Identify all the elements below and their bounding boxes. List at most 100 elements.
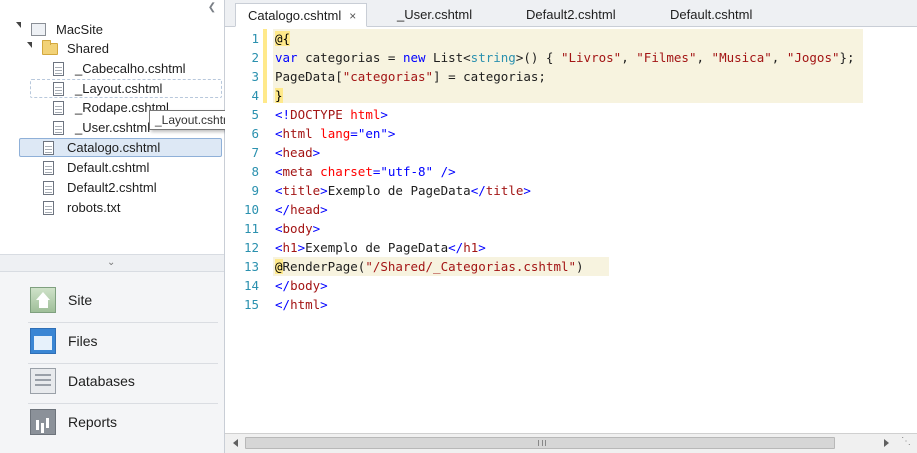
- code-token: h1: [282, 240, 298, 255]
- line-number-gutter: 1 2 3 4 5 6 7 8 9 10 11 12 13 14 15: [225, 27, 261, 433]
- file-icon: [43, 161, 54, 175]
- code-token: Exemplo de PageData: [305, 240, 449, 255]
- tab-catalogo[interactable]: Catalogo.cshtml ×: [235, 3, 368, 27]
- code-token: >: [312, 221, 321, 236]
- line-number: 9: [251, 183, 259, 198]
- code-editor: Catalogo.cshtml × _User.cshtml Default2.c…: [225, 0, 917, 453]
- tree-item-default[interactable]: Default.cshtml: [67, 158, 149, 177]
- scrollbar-thumb[interactable]: [245, 437, 835, 449]
- code-token: "/Shared/_Categorias.cshtml": [365, 259, 577, 274]
- expand-arrow-icon[interactable]: [16, 22, 21, 28]
- tree-item-shared[interactable]: Shared: [67, 39, 109, 58]
- code-token: h1: [463, 240, 479, 255]
- code-token: >: [478, 240, 486, 255]
- tree-item-catalogo[interactable]: Catalogo.cshtml: [67, 138, 160, 157]
- line-number: 1: [251, 31, 259, 46]
- database-icon: [30, 368, 56, 394]
- line-number: 12: [243, 240, 259, 255]
- code-token: head: [290, 202, 321, 217]
- code-token: <!: [275, 107, 291, 122]
- code-line-14: </body>: [275, 276, 328, 295]
- tab-default[interactable]: Default.cshtml: [670, 3, 752, 27]
- file-icon: [43, 201, 54, 215]
- tab-label: Catalogo.cshtml: [248, 8, 342, 23]
- panel-splitter[interactable]: ⌄: [0, 254, 224, 272]
- close-icon[interactable]: ×: [349, 9, 356, 23]
- tree-item-label: Default2.cshtml: [67, 180, 157, 195]
- code-token: "Jogos": [786, 50, 840, 65]
- expand-arrow-icon[interactable]: [27, 42, 32, 48]
- code-line-10: </head>: [275, 200, 328, 219]
- tab-bar: Catalogo.cshtml × _User.cshtml Default2.c…: [225, 0, 917, 27]
- code-token: ,: [696, 50, 712, 65]
- line-number: 14: [243, 278, 259, 293]
- tree-item-cabecalho[interactable]: _Cabecalho.cshtml: [75, 59, 186, 78]
- nav-label: Files: [68, 333, 98, 349]
- razor-open: @{: [275, 31, 291, 46]
- file-icon: [53, 101, 64, 115]
- code-line-15: </html>: [275, 295, 328, 314]
- code-token: <: [275, 240, 283, 255]
- tab-label: Default.cshtml: [670, 7, 753, 22]
- code-token: >: [523, 183, 531, 198]
- code-token: >() {: [515, 50, 561, 65]
- code-token: title: [485, 183, 524, 198]
- folder-icon: [42, 40, 58, 55]
- chevron-left-icon[interactable]: ❮: [206, 2, 218, 14]
- tree-item-default2[interactable]: Default2.cshtml: [67, 178, 157, 197]
- tree-item-user[interactable]: _User.cshtml: [75, 118, 150, 137]
- code-token: <: [275, 126, 283, 141]
- code-token: "en": [357, 126, 388, 141]
- tree-item-robots[interactable]: robots.txt: [67, 198, 120, 217]
- tab-default2[interactable]: Default2.cshtml: [526, 3, 616, 27]
- nav-databases[interactable]: Databases: [0, 362, 224, 402]
- code-token: >: [320, 202, 328, 217]
- code-token: </: [448, 240, 464, 255]
- line-number: 8: [251, 164, 259, 179]
- line-number: 10: [243, 202, 259, 217]
- code-token: </: [470, 183, 486, 198]
- code-token: "Musica": [711, 50, 772, 65]
- code-token: new: [402, 50, 426, 65]
- tree-item-root[interactable]: MacSite: [56, 20, 103, 39]
- code-line-12: <h1>Exemplo de PageData</h1>: [275, 238, 486, 257]
- code-token: "categorias": [342, 69, 434, 84]
- code-token: html: [350, 107, 381, 122]
- code-token: =: [350, 126, 358, 141]
- horizontal-scrollbar[interactable]: ⋱: [225, 433, 917, 453]
- tree-item-label: MacSite: [56, 22, 103, 37]
- nav-label: Reports: [68, 414, 118, 430]
- code-token: <: [275, 221, 283, 236]
- code-token: >: [320, 278, 328, 293]
- scroll-right-icon[interactable]: [884, 439, 889, 447]
- code-line-9: <title>Exemplo de PageData</title>: [275, 181, 531, 200]
- code-token: RenderPage(: [282, 259, 366, 274]
- grip-icon: [538, 440, 546, 446]
- code-token: ,: [771, 50, 787, 65]
- code-token: </: [275, 278, 291, 293]
- code-area[interactable]: @{ var categorias = new List<string>() {…: [275, 27, 915, 433]
- chevron-down-icon[interactable]: ⌄: [107, 257, 117, 269]
- code-token: >: [380, 107, 388, 122]
- resize-grip-icon[interactable]: ⋱: [901, 436, 911, 447]
- tree-item-layout[interactable]: _Layout.cshtml: [75, 79, 162, 98]
- code-token: @: [275, 259, 283, 274]
- code-token: <: [275, 145, 283, 160]
- code-line-8: <meta charset="utf-8" />: [275, 162, 456, 181]
- code-token: meta: [282, 164, 313, 179]
- tab-user[interactable]: _User.cshtml: [397, 3, 472, 27]
- code-token: </: [275, 202, 291, 217]
- code-token: >: [320, 183, 328, 198]
- code-line-4: }: [275, 86, 283, 105]
- scroll-left-icon[interactable]: [233, 439, 238, 447]
- tree-item-label: robots.txt: [67, 200, 121, 215]
- nav-files[interactable]: Files: [0, 322, 224, 362]
- code-token: body: [282, 221, 313, 236]
- line-number: 2: [251, 50, 259, 65]
- site-icon: [31, 23, 46, 36]
- file-icon: [53, 121, 64, 135]
- file-icon: [43, 141, 54, 155]
- code-token: ,: [621, 50, 637, 65]
- nav-reports[interactable]: Reports: [0, 403, 224, 443]
- nav-site[interactable]: Site: [0, 281, 224, 321]
